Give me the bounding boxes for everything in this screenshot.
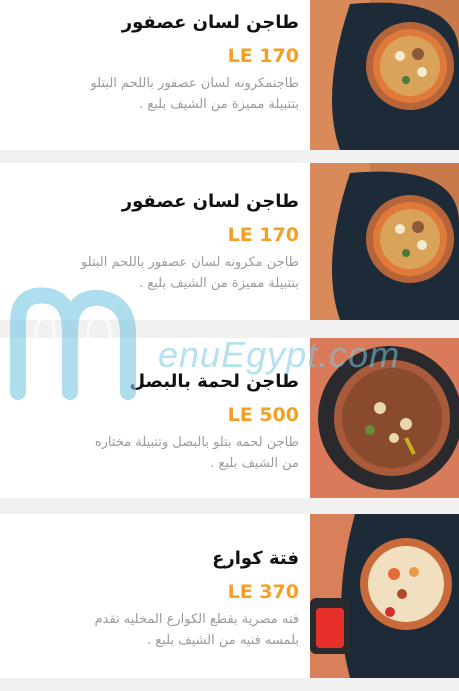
dish-title: طاجن لسان عصفور <box>121 12 299 33</box>
menu-item[interactable]: فتة كوارع LE 370 فته مصرية بقطع الكوارع … <box>0 514 459 678</box>
dish-title: طاجن لسان عصفور <box>121 191 299 212</box>
dish-price: LE 500 <box>227 404 299 426</box>
dish-image[interactable] <box>310 514 459 678</box>
dish-description-line: بتتبيلة مميزة من الشيف بلبع . <box>139 276 299 291</box>
dish-title: طاجن لحمة بالبصل <box>129 371 299 392</box>
dish-image[interactable] <box>310 338 459 498</box>
dish-title: فتة كوارع <box>212 548 299 569</box>
dish-description-line: طاجن لحمه بتلو بالبصل وتتبيلة مختاره <box>94 435 299 450</box>
dish-description-line: طاجن مكرونه لسان عصفور باللحم البتلو <box>80 255 299 270</box>
menu-item[interactable]: طاجن لسان عصفور LE 170 طاجن مكرونه لسان … <box>0 163 459 320</box>
dish-price: LE 170 <box>227 224 299 246</box>
dish-description-line: بتتبيلة مميزة من الشيف بلبع . <box>139 97 299 112</box>
menu-item[interactable]: طاجن لحمة بالبصل LE 500 طاجن لحمه بتلو ب… <box>0 338 459 498</box>
dish-price: LE 170 <box>227 45 299 67</box>
dish-image[interactable] <box>310 163 459 320</box>
dish-price: LE 370 <box>227 581 299 603</box>
dish-description-line: فته مصرية بقطع الكوارع المخليه تقدم <box>94 612 299 627</box>
menu-list: طاجن لسان عصفور LE 170 طاجنمكرونه لسان ع… <box>0 0 459 691</box>
dish-description-line: من الشيف بلبع . <box>210 456 299 471</box>
dish-description-line: بلمسه فنيه من الشيف بلبع . <box>146 633 299 648</box>
menu-item[interactable]: طاجن لسان عصفور LE 170 طاجنمكرونه لسان ع… <box>0 0 459 150</box>
dish-description-line: طاجنمكرونه لسان عصفور باللحم البتلو <box>90 76 299 91</box>
dish-image[interactable] <box>310 0 459 150</box>
